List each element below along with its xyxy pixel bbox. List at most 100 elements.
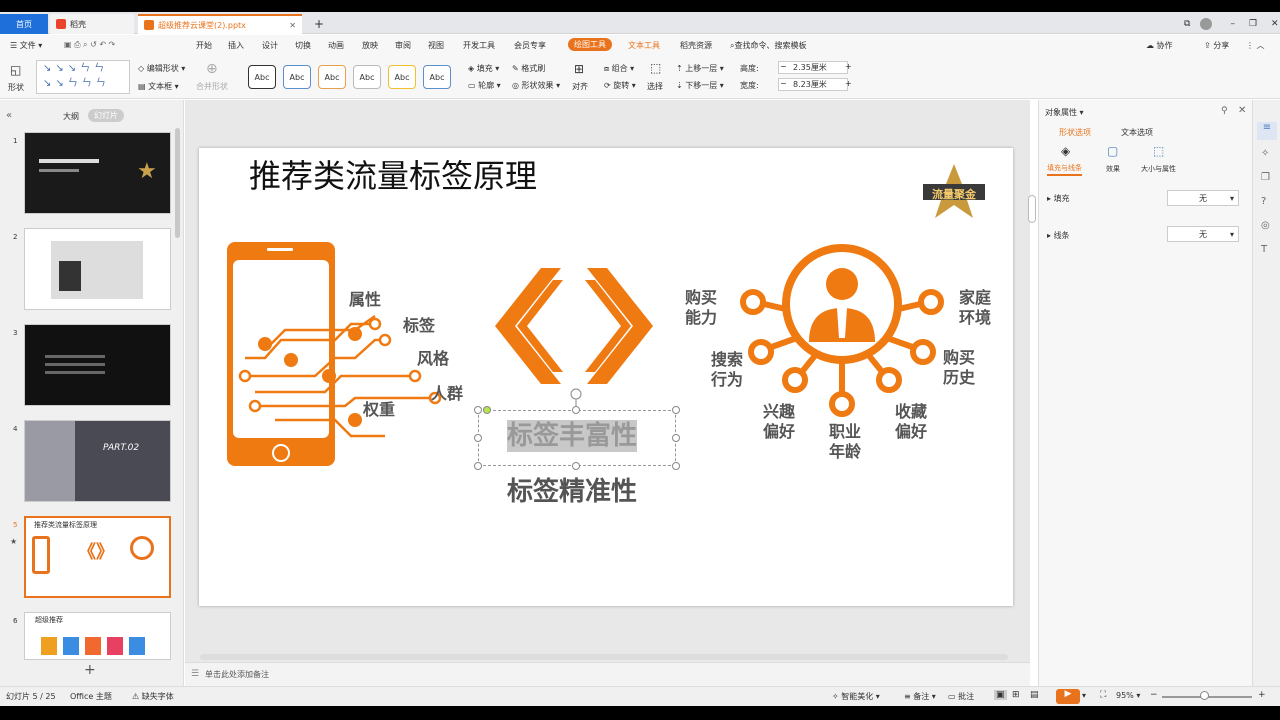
zoom-level[interactable]: 95% ▾ [1116,691,1140,700]
reading-view-icon[interactable]: ▤ [1030,690,1039,700]
grid-view-icon[interactable]: ⊞ [1012,690,1020,700]
subtab-effect[interactable]: 效果 [1106,164,1120,174]
thumb-scrollbar[interactable] [175,128,180,238]
size-property-icon[interactable]: ⬚ [1153,144,1164,158]
textbox-button[interactable]: ▤ 文本框 ▾ [138,81,179,92]
tab-docer[interactable]: 稻壳 [50,14,134,34]
menu-text-tools[interactable]: 文本工具 [628,40,660,51]
label-crowd[interactable]: 人群 [431,384,463,404]
comment-button[interactable]: ▭ 批注 [948,691,974,702]
outline-button[interactable]: ▭ 轮廓 ▾ [468,80,501,91]
style-preset-3[interactable]: Abc [318,65,346,89]
style-preset-2[interactable]: Abc [283,65,311,89]
select-label[interactable]: 选择 [647,81,663,92]
subtab-size-property[interactable]: 大小与属性 [1141,164,1176,174]
effect-icon[interactable]: ▢ [1107,144,1118,158]
send-backward-button[interactable]: ⇣ 下移一层 ▾ [676,80,724,91]
layout-icon[interactable]: ⧉ [1184,19,1190,29]
menu-item-animation[interactable]: 动画 [328,40,344,51]
label-favorite[interactable]: 收藏 偏好 [895,402,927,442]
restore-icon[interactable]: ❐ [1249,19,1257,29]
menu-item-design[interactable]: 设计 [262,40,278,51]
height-input[interactable]: 2.35厘米 [778,61,848,74]
slide-thumb-6[interactable]: 超级推荐 [24,612,171,660]
clone-icon[interactable]: ❐ [1261,172,1270,183]
notes-toggle-button[interactable]: ≡ 备注 ▾ [904,691,936,702]
menu-item-view[interactable]: 视图 [428,40,444,51]
label-weight[interactable]: 权重 [363,400,395,420]
menu-item-start[interactable]: 开始 [196,40,212,51]
help-icon[interactable]: ? [1261,196,1266,207]
style-preset-1[interactable]: Abc [248,65,276,89]
outline-tab[interactable]: 大纲 [63,111,79,122]
shape-effect-button[interactable]: ◎ 形状效果 ▾ [512,80,560,91]
height-increment-icon[interactable]: + [845,62,852,71]
width-input[interactable]: 8.23厘米 [778,78,848,91]
menu-item-devtools[interactable]: 开发工具 [463,40,495,51]
menu-item-transition[interactable]: 切换 [295,40,311,51]
tab-home[interactable]: 首页 [0,14,48,34]
share-button[interactable]: ⇪ 分享 [1204,40,1229,51]
height-decrement-icon[interactable]: − [780,62,787,71]
notes-placeholder[interactable]: 单击此处添加备注 [205,669,269,680]
menu-item-review[interactable]: 审阅 [395,40,411,51]
text-icon[interactable]: T [1261,244,1267,255]
slideshow-options-icon[interactable]: ▾ [1082,691,1086,700]
beautify-button[interactable]: ✧ 智能美化 ▾ [832,691,880,702]
fill-select[interactable]: 无 ▾ [1167,190,1239,206]
close-panel-icon[interactable]: ✕ [1238,105,1246,116]
menu-item-insert[interactable]: 插入 [228,40,244,51]
page-title[interactable]: 推荐类流量标签原理 [249,156,537,196]
slide-thumb-2[interactable] [24,228,171,310]
line-section-toggle[interactable]: ▸ 线条 [1047,230,1070,241]
label-purchase-power[interactable]: 购买 能力 [685,288,717,328]
bring-forward-button[interactable]: ⇡ 上移一层 ▾ [676,63,724,74]
pin-icon[interactable]: ⚲ [1221,106,1228,116]
fill-line-icon[interactable]: ◈ [1061,144,1070,158]
label-interest[interactable]: 兴趣 偏好 [763,402,795,442]
selected-text-richness[interactable]: 标签丰富性 [507,420,638,452]
tab-pptx-file[interactable]: 超级推荐云课堂(2).pptx ✕ [138,14,302,34]
tab-text-options[interactable]: 文本选项 [1121,127,1153,138]
minimize-icon[interactable]: – [1230,19,1235,29]
line-select[interactable]: 无 ▾ [1167,226,1239,242]
theme-name[interactable]: Office 主题 [70,691,112,702]
more-menu-icon[interactable]: ⋮ ︿ [1246,40,1265,51]
width-increment-icon[interactable]: + [845,79,852,88]
tab-shape-options[interactable]: 形状选项 [1059,127,1091,138]
shape-icon[interactable]: ◱ [10,63,21,77]
style-icon[interactable]: ✧ [1261,148,1269,159]
fill-button[interactable]: ◈ 填充 ▾ [468,63,499,74]
align-label[interactable]: 对齐 [572,81,588,92]
align-icon[interactable]: ⊞ [574,62,584,76]
fill-section-toggle[interactable]: ▸ 填充 [1047,193,1070,204]
slide-thumb-5-active[interactable]: 推荐类流量标签原理 《》 [24,516,171,598]
filter-icon[interactable]: ◎ [1261,220,1270,231]
slides-tab[interactable]: 幻灯片 [88,109,124,122]
zoom-out-icon[interactable]: − [1150,690,1158,700]
style-preset-5[interactable]: Abc [388,65,416,89]
normal-view-icon[interactable]: ▣ [994,690,1007,700]
rotate-button[interactable]: ⟳ 旋转 ▾ [604,80,636,91]
play-slideshow-button[interactable]: ▶ [1056,689,1080,704]
notes-bar[interactable]: ☰ 单击此处添加备注 [185,662,1030,686]
quick-access-icons[interactable]: ▣ ⎙ ⌕ ↺ ↶ ↷ [64,40,115,50]
label-search-behavior[interactable]: 搜索 行为 [711,350,743,390]
fit-window-icon[interactable]: ⛶ [1100,690,1106,700]
subtab-fill-line[interactable]: 填充与线条 [1047,163,1082,176]
style-preset-6[interactable]: Abc [423,65,451,89]
label-attribute[interactable]: 属性 [349,290,381,310]
canvas-hscroll-track[interactable] [200,654,1008,660]
edit-shape-button[interactable]: ◇ 编辑形状 ▾ [138,63,185,74]
avatar[interactable] [1200,18,1213,30]
label-family[interactable]: 家庭 环境 [959,288,991,328]
menu-item-member[interactable]: 会员专享 [514,40,546,51]
canvas-vscroll-thumb[interactable] [1028,195,1036,223]
slide-thumb-4[interactable]: PART.02 [24,420,171,502]
properties-icon[interactable]: ≡ [1257,122,1277,140]
label-purchase-history[interactable]: 购买 历史 [943,348,975,388]
merge-shape-label[interactable]: 合并形状 [196,81,228,92]
text-accuracy[interactable]: 标签精准性 [507,476,637,508]
missing-font-button[interactable]: ⚠ 缺失字体 [132,691,174,702]
merge-shape-icon[interactable]: ⊕ [206,61,218,77]
